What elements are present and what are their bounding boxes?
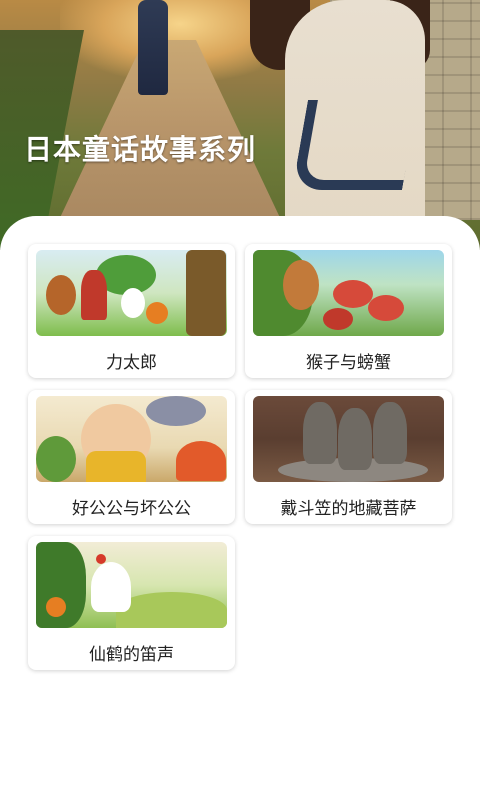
story-title: 力太郎 — [106, 353, 157, 373]
story-thumbnail — [253, 250, 444, 336]
story-card-2[interactable]: 猴子与螃蟹 — [245, 244, 452, 378]
story-thumbnail — [36, 396, 227, 482]
story-title: 好公公与坏公公 — [72, 499, 191, 519]
story-title: 戴斗笠的地藏菩萨 — [280, 499, 417, 519]
story-card-3[interactable]: 好公公与坏公公 — [28, 390, 235, 524]
story-card-5[interactable]: 仙鹤的笛声 — [28, 536, 235, 670]
story-thumbnail — [253, 396, 444, 482]
story-card-4[interactable]: 戴斗笠的地藏菩萨 — [245, 390, 452, 524]
story-list-panel: 力太郎 猴子与螃蟹 好公公与坏公公 戴斗笠的地藏菩萨 仙鹤的笛声 — [0, 216, 480, 800]
story-thumbnail — [36, 542, 227, 628]
page-title: 日本童话故事系列 — [24, 133, 257, 166]
story-card-1[interactable]: 力太郎 — [28, 244, 235, 378]
story-title: 猴子与螃蟹 — [306, 353, 391, 373]
header-banner-image — [0, 0, 480, 250]
story-thumbnail — [36, 250, 227, 336]
story-title: 仙鹤的笛声 — [89, 645, 174, 665]
